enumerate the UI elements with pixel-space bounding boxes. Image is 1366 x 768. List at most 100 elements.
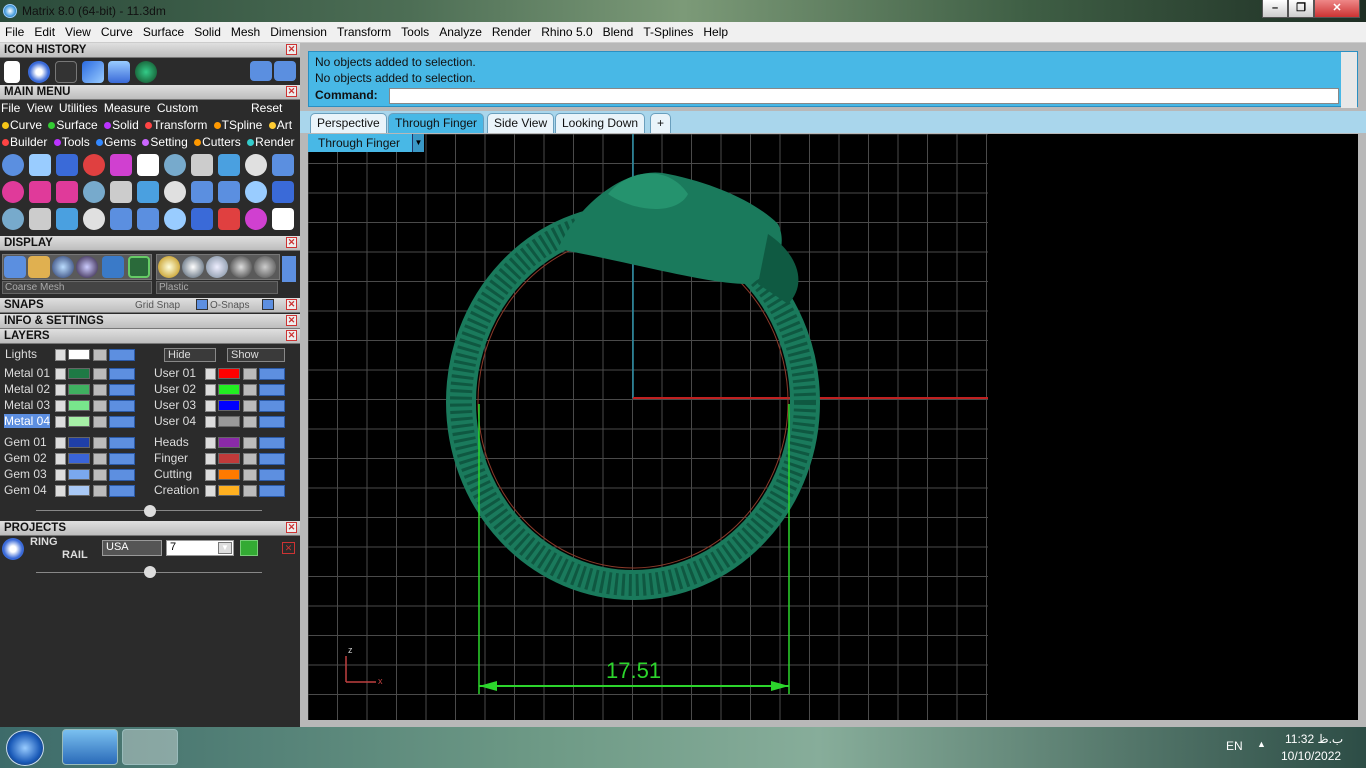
menu-help[interactable]: Help	[698, 22, 733, 39]
visibility-toggle[interactable]	[109, 349, 135, 361]
measure-icon[interactable]	[135, 61, 157, 83]
projects-header[interactable]: PROJECTS ✕	[0, 521, 300, 536]
add-tab-button[interactable]: +	[650, 113, 672, 133]
layer-color-swatch[interactable]	[68, 384, 90, 395]
restore-button[interactable]: ❐	[1288, 0, 1314, 18]
visibility-toggle[interactable]	[109, 453, 135, 465]
close-icon[interactable]: ✕	[286, 330, 297, 341]
back-arrow-icon[interactable]	[250, 61, 272, 81]
tray-expand-icon[interactable]: ▲	[1257, 739, 1266, 749]
builder-surface[interactable]: Surface	[48, 118, 98, 132]
tool-icon[interactable]	[56, 208, 78, 230]
visibility-toggle[interactable]	[259, 437, 285, 449]
close-icon[interactable]: ✕	[286, 522, 297, 533]
visibility-toggle[interactable]	[109, 469, 135, 481]
taskbar-explorer[interactable]	[122, 729, 178, 765]
taskbar-matrix-app[interactable]	[62, 729, 118, 765]
layer-color-swatch[interactable]	[218, 384, 240, 395]
tool-icon[interactable]	[137, 154, 159, 176]
tool-icon[interactable]	[83, 181, 105, 203]
visibility-toggle[interactable]	[109, 485, 135, 497]
app-icon[interactable]	[3, 4, 17, 18]
lock-icon[interactable]	[93, 485, 107, 497]
xray-icon[interactable]	[28, 256, 50, 278]
close-button[interactable]: ✕	[1314, 0, 1360, 18]
layer-name[interactable]: Gem 04	[4, 483, 47, 497]
viewport-label[interactable]: Through Finger	[308, 134, 420, 152]
builder-transform[interactable]: Transform	[145, 118, 207, 132]
builder-builder[interactable]: Builder	[2, 135, 47, 149]
material-select[interactable]: Plastic	[156, 281, 278, 294]
tab-side-view[interactable]: Side View	[487, 113, 555, 133]
info-settings-header[interactable]: INFO & SETTINGS ✕	[0, 314, 300, 329]
builder-gems[interactable]: Gems	[96, 135, 136, 149]
curve-point-icon[interactable]	[55, 61, 77, 83]
layer-name[interactable]: User 03	[154, 398, 196, 412]
show-button[interactable]: Show	[227, 348, 285, 362]
tool-icon[interactable]	[2, 208, 24, 230]
command-scrollbar[interactable]	[1341, 52, 1357, 108]
tab-through-finger[interactable]: Through Finger	[388, 113, 485, 133]
visibility-toggle[interactable]	[259, 416, 285, 428]
builder-tspline[interactable]: TSpline	[213, 118, 262, 132]
menu-dimension[interactable]: Dimension	[265, 22, 332, 39]
visibility-toggle[interactable]	[259, 485, 285, 497]
lock-icon[interactable]	[243, 469, 257, 481]
layer-color-swatch[interactable]	[68, 453, 90, 464]
tool-icon[interactable]	[110, 154, 132, 176]
main-menu-header[interactable]: MAIN MENU ✕	[0, 85, 300, 100]
silver-material-icon[interactable]	[182, 256, 204, 278]
tool-icon[interactable]	[218, 181, 240, 203]
visibility-toggle[interactable]	[259, 400, 285, 412]
tool-icon[interactable]	[164, 181, 186, 203]
menu-tsplines[interactable]: T-Splines	[638, 22, 698, 39]
menu-analyze[interactable]: Analyze	[434, 22, 487, 39]
layer-color-swatch[interactable]	[218, 400, 240, 411]
grid-toggle-icon[interactable]	[128, 256, 150, 278]
new-file-icon[interactable]	[4, 61, 20, 83]
builder-art[interactable]: Art	[268, 118, 292, 132]
icon-history-header[interactable]: ICON HISTORY ✕	[0, 43, 300, 58]
layer-name[interactable]: User 01	[154, 366, 196, 380]
start-button[interactable]	[6, 730, 44, 766]
osnaps-toggle[interactable]: O-Snaps	[210, 298, 249, 313]
layer-expand-icon[interactable]	[205, 485, 216, 497]
menu-rhino[interactable]: Rhino 5.0	[536, 22, 597, 39]
tool-icon[interactable]	[191, 154, 213, 176]
command-input[interactable]	[389, 88, 1339, 104]
viewport-through-finger[interactable]: Through Finger ▼ 17.51 z x	[308, 134, 1358, 720]
layer-expand-icon[interactable]	[55, 400, 66, 412]
snaps-header[interactable]: SNAPS Grid Snap O-Snaps ✕	[0, 298, 300, 313]
layer-expand-icon[interactable]	[55, 453, 66, 465]
lock-icon[interactable]	[93, 469, 107, 481]
layer-name[interactable]: User 02	[154, 382, 196, 396]
tool-icon[interactable]	[29, 208, 51, 230]
close-icon[interactable]: ✕	[286, 44, 297, 55]
lock-icon[interactable]	[93, 400, 107, 412]
layer-name[interactable]: Metal 04	[4, 414, 51, 428]
close-icon[interactable]: ✕	[286, 315, 297, 326]
rendered-icon[interactable]	[76, 256, 98, 278]
mm-custom[interactable]: Custom	[157, 101, 198, 115]
layer-name[interactable]: Creation	[154, 483, 199, 497]
display-header[interactable]: DISPLAY ✕	[0, 236, 300, 251]
lock-icon[interactable]	[243, 368, 257, 380]
layer-name[interactable]: Heads	[154, 435, 189, 449]
visibility-toggle[interactable]	[109, 416, 135, 428]
builder-render[interactable]: Render	[247, 135, 295, 149]
mm-file[interactable]: File	[1, 101, 20, 115]
minimize-button[interactable]: –	[1262, 0, 1288, 18]
tool-icon[interactable]	[29, 154, 51, 176]
layer-color-swatch[interactable]	[68, 437, 90, 448]
layer-color-swatch[interactable]	[68, 469, 90, 480]
sphere-icon[interactable]	[28, 61, 50, 83]
tool-icon[interactable]	[218, 154, 240, 176]
tool-icon[interactable]	[272, 154, 294, 176]
tool-icon[interactable]	[191, 208, 213, 230]
menu-transform[interactable]: Transform	[332, 22, 396, 39]
builder-tools[interactable]: Tools	[53, 135, 90, 149]
platinum-material-icon[interactable]	[206, 256, 228, 278]
tab-perspective[interactable]: Perspective	[310, 113, 387, 133]
visibility-toggle[interactable]	[109, 400, 135, 412]
layer-color-swatch[interactable]	[68, 485, 90, 496]
